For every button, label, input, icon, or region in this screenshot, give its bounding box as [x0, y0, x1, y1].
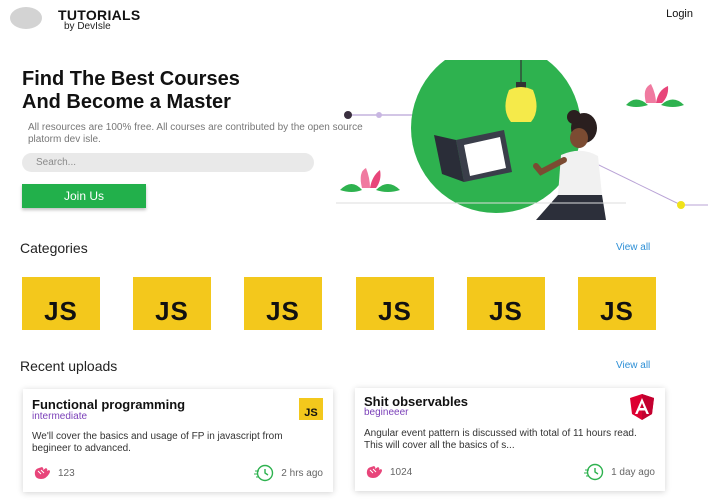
login-link[interactable]: Login — [666, 8, 693, 20]
node-dot-yellow — [677, 201, 685, 209]
category-tile-js[interactable]: JS — [356, 277, 434, 330]
course-card[interactable]: Shit observables begineeer Angular event… — [355, 388, 665, 491]
recent-uploads-heading: Recent uploads — [20, 358, 118, 374]
stopwatch-icon — [254, 464, 274, 482]
likes-counter[interactable]: 123 — [32, 464, 75, 482]
upload-time: 2 hrs ago — [254, 464, 323, 482]
course-card[interactable]: Functional programming intermediate JS W… — [23, 389, 333, 492]
category-label: JS — [266, 296, 300, 326]
top-bar: TUTORIALS by DevIsle Login — [0, 0, 727, 40]
stopwatch-icon — [584, 463, 604, 481]
course-level: intermediate — [32, 411, 88, 422]
join-us-button[interactable]: Join Us — [22, 184, 146, 208]
category-label: JS — [489, 296, 523, 326]
hero-description: All resources are 100% free. All courses… — [28, 122, 363, 145]
light-bulb-icon — [505, 87, 537, 122]
upload-time: 1 day ago — [584, 463, 655, 481]
category-tile-js[interactable]: JS — [578, 277, 656, 330]
course-description: We'll cover the basics and usage of FP i… — [32, 431, 283, 454]
search-input[interactable] — [22, 153, 314, 172]
category-tile-js[interactable]: JS — [22, 277, 100, 330]
time-ago: 1 day ago — [611, 466, 655, 478]
course-title: Functional programming — [32, 397, 186, 412]
plant-left — [340, 168, 400, 192]
category-label: JS — [155, 296, 189, 326]
categories-heading: Categories — [20, 240, 88, 256]
course-badge: JS — [299, 398, 323, 420]
hero-title-line2: And Become a Master — [22, 91, 231, 113]
node-dot-lavender — [376, 112, 382, 118]
likes-count: 1024 — [390, 466, 413, 478]
clap-icon — [34, 467, 50, 479]
javascript-icon: JS — [299, 398, 323, 422]
angular-icon — [630, 394, 654, 420]
category-tile-js[interactable]: JS — [133, 277, 211, 330]
node-dot-dark — [344, 111, 352, 119]
categories-view-all-link[interactable]: View all — [616, 242, 650, 253]
category-tile-js[interactable]: JS — [244, 277, 322, 330]
category-label: JS — [378, 296, 412, 326]
clap-icon — [366, 466, 382, 478]
category-tile-js[interactable]: JS — [467, 277, 545, 330]
hero-illustration — [336, 60, 708, 220]
likes-counter[interactable]: 1024 — [364, 463, 412, 481]
hero-title-line1: Find The Best Courses — [22, 68, 240, 90]
time-ago: 2 hrs ago — [281, 467, 323, 479]
hero-title: Find The Best Courses And Become a Maste… — [22, 68, 352, 114]
recent-uploads-view-all-link[interactable]: View all — [616, 360, 650, 371]
course-description: Angular event pattern is discussed with … — [364, 428, 637, 451]
logo-avatar[interactable] — [10, 7, 42, 29]
likes-count: 123 — [58, 467, 75, 479]
category-label: JS — [44, 296, 78, 326]
course-level: begineeer — [364, 407, 409, 418]
plant-right — [626, 84, 684, 107]
brand-subtitle: by DevIsle — [64, 21, 111, 32]
category-label: JS — [600, 296, 634, 326]
